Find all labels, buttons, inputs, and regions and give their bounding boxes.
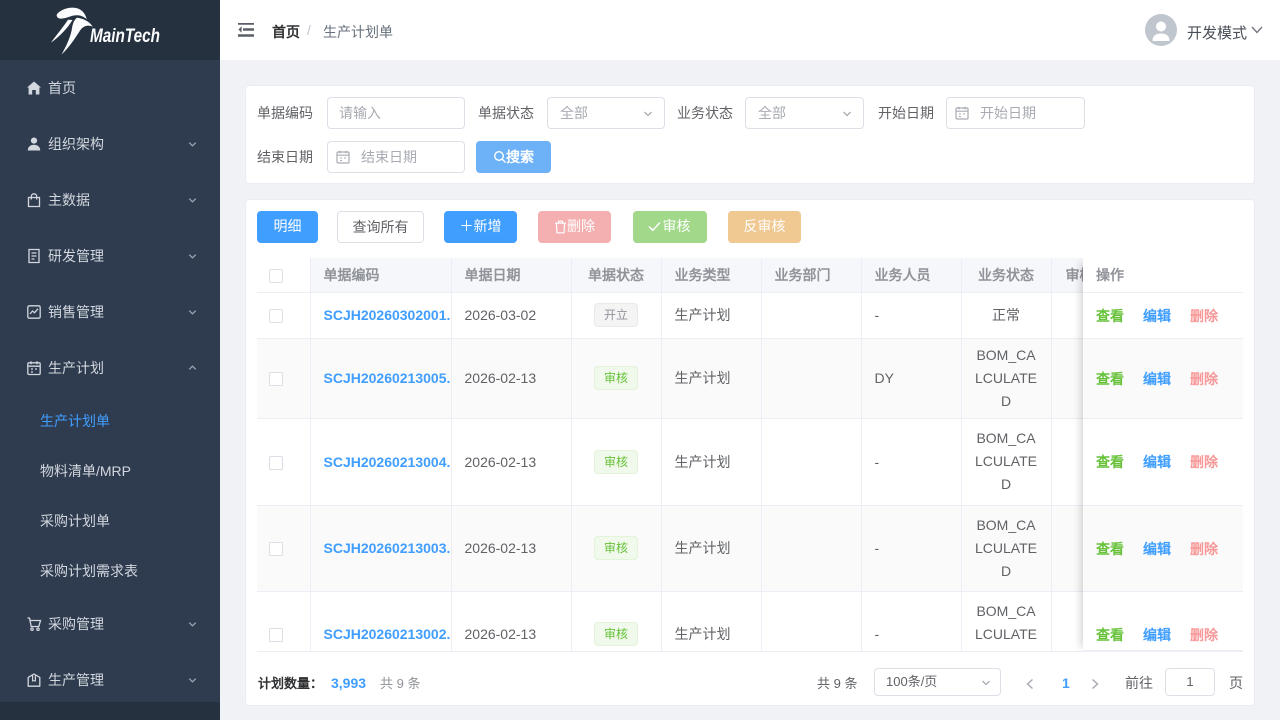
svg-text:MainTech: MainTech (90, 26, 160, 47)
